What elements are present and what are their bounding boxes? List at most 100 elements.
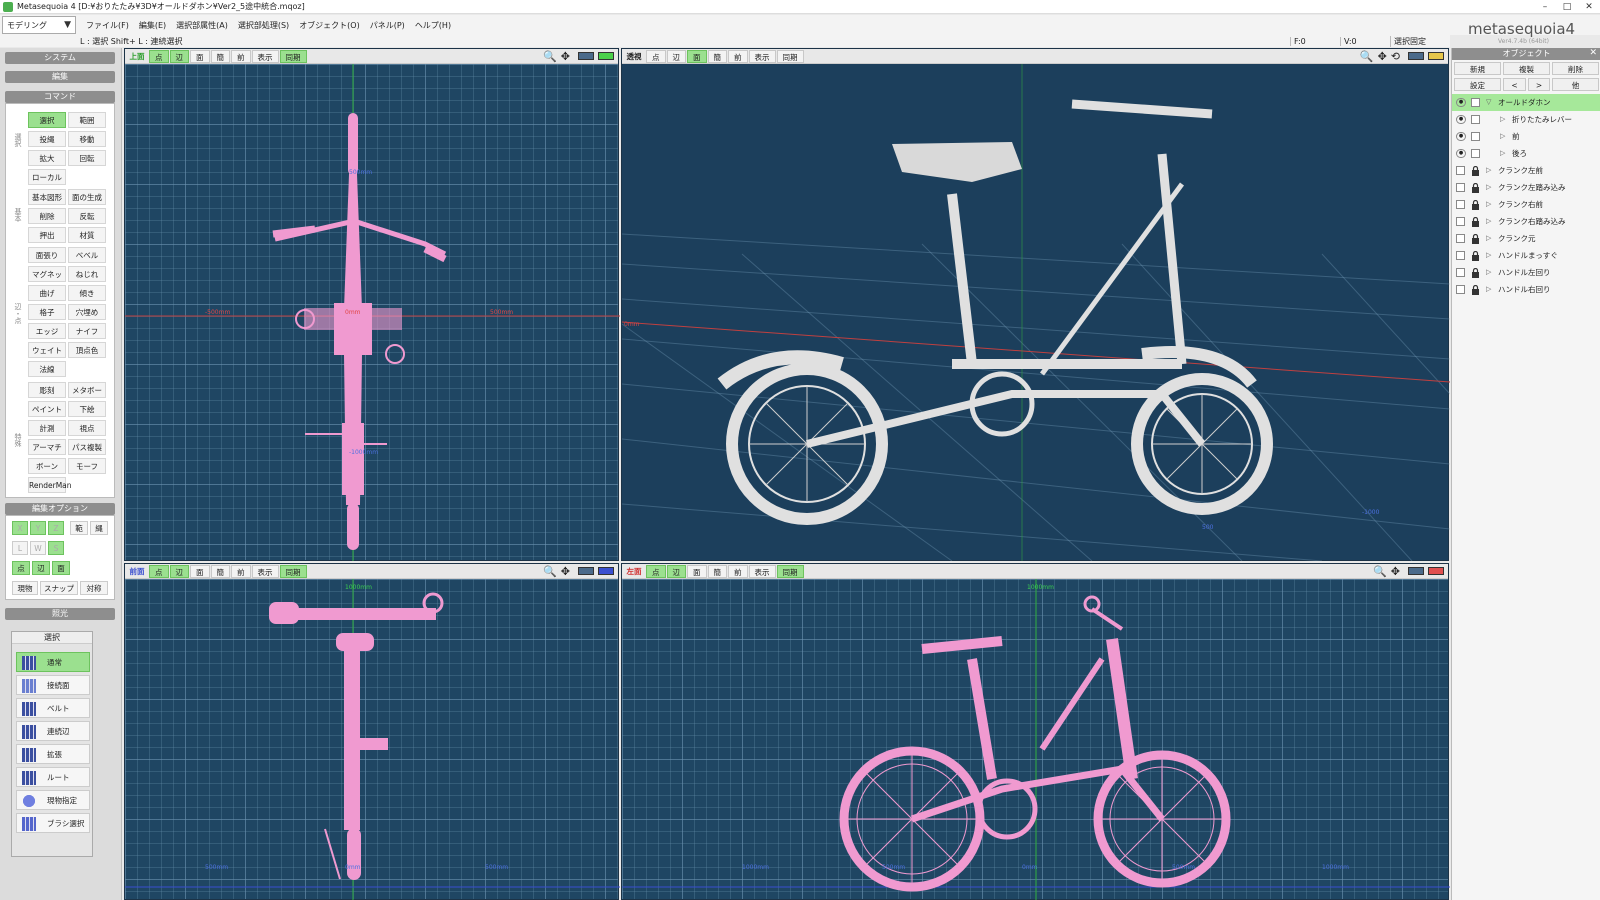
maximize-button[interactable]: □ xyxy=(1556,2,1578,12)
expand-icon[interactable]: ▽ xyxy=(1486,94,1491,111)
menu-edit[interactable]: 編集(E) xyxy=(139,20,166,31)
command-1[interactable]: 範囲 xyxy=(68,112,106,128)
vp-simple-button[interactable]: 簡 xyxy=(707,564,727,578)
snap-button[interactable]: スナップ xyxy=(40,581,78,595)
vp-edge-button[interactable]: 辺 xyxy=(666,564,686,578)
command-29[interactable]: 下絵 xyxy=(68,401,106,417)
vp-display-button[interactable]: 表示 xyxy=(748,49,776,63)
l-button[interactable]: L xyxy=(12,541,28,555)
close-icon[interactable]: ✕ xyxy=(1589,48,1597,58)
vp-front-button[interactable]: 前 xyxy=(231,564,251,578)
lock-icon[interactable] xyxy=(1471,267,1480,278)
collapse-icon[interactable]: ▷ xyxy=(1486,230,1491,247)
select-mode-2[interactable]: ベルト xyxy=(16,698,90,718)
vp-vertex-button[interactable]: 点 xyxy=(149,49,169,63)
command-5[interactable]: 回転 xyxy=(68,150,106,166)
object-row[interactable]: ▷ ハンドルまっすぐ xyxy=(1452,247,1600,264)
vp-edge-button[interactable]: 辺 xyxy=(169,564,189,578)
close-button[interactable]: ✕ xyxy=(1578,2,1600,12)
collapse-icon[interactable]: ▷ xyxy=(1486,162,1491,179)
command-12[interactable]: 材質 xyxy=(68,227,106,243)
command-15[interactable]: マグネット xyxy=(28,266,66,295)
command-11[interactable]: 押出 xyxy=(28,227,66,243)
command-8[interactable]: 面の生成 xyxy=(68,189,106,205)
viewport-left[interactable]: 左面 点 辺 面 簡 前 表示 同期 🔍 ✥ 1000mm 1000mm 500m… xyxy=(621,563,1450,900)
vp-front-button[interactable]: 前 xyxy=(728,564,748,578)
lock-icon[interactable] xyxy=(1471,216,1480,227)
vp-vertex-button[interactable]: 点 xyxy=(646,49,666,63)
command-9[interactable]: 削除 xyxy=(28,208,66,224)
vp-face-button[interactable]: 面 xyxy=(687,49,707,63)
command-2[interactable]: 投縄 xyxy=(28,131,66,147)
menu-help[interactable]: ヘルプ(H) xyxy=(415,20,451,31)
select-mode-0[interactable]: 通常 xyxy=(16,652,90,672)
range-button[interactable]: 範 xyxy=(70,521,88,535)
lock-icon[interactable] xyxy=(1471,233,1480,244)
vertex-toggle[interactable]: 点 xyxy=(12,561,30,575)
vp-sync-button[interactable]: 同期 xyxy=(776,49,804,63)
lighting-header[interactable]: 照光 xyxy=(5,608,115,620)
axis-y-button[interactable]: Y xyxy=(30,521,46,535)
command-33[interactable]: パス複製 xyxy=(68,439,106,455)
object-row[interactable]: ▷ ハンドル左回り xyxy=(1452,264,1600,281)
command-26[interactable]: 彫刻 xyxy=(28,382,66,398)
other-button[interactable]: 他 xyxy=(1552,78,1599,91)
visibility-checkbox[interactable] xyxy=(1456,217,1465,226)
object-row[interactable]: ▷ クランク左踏み込み xyxy=(1452,179,1600,196)
monitor-active-icon[interactable] xyxy=(1428,567,1444,575)
vp-face-button[interactable]: 面 xyxy=(687,564,707,578)
command-32[interactable]: アーマチャー xyxy=(28,439,66,468)
eye-icon[interactable]: ● xyxy=(1456,132,1466,141)
select-mode-6[interactable]: 現物指定 xyxy=(16,790,90,810)
system-header[interactable]: システム xyxy=(5,52,115,64)
command-header[interactable]: コマンド xyxy=(5,91,115,103)
command-7[interactable]: 基本図形 xyxy=(28,189,66,205)
vp-sync-button[interactable]: 同期 xyxy=(279,564,307,578)
collapse-icon[interactable]: ▷ xyxy=(1486,247,1491,264)
lock-icon[interactable] xyxy=(1471,165,1480,176)
vp-vertex-button[interactable]: 点 xyxy=(149,564,169,578)
command-0[interactable]: 選択 xyxy=(28,112,66,128)
lock-checkbox[interactable] xyxy=(1471,98,1480,107)
collapse-icon[interactable]: ▷ xyxy=(1500,145,1505,162)
collapse-icon[interactable]: ▷ xyxy=(1486,281,1491,298)
vp-edge-button[interactable]: 辺 xyxy=(169,49,189,63)
lock-checkbox[interactable] xyxy=(1471,132,1480,141)
command-3[interactable]: 移動 xyxy=(68,131,106,147)
visibility-checkbox[interactable] xyxy=(1456,234,1465,243)
zoom-icon[interactable]: 🔍 xyxy=(543,50,557,63)
object-row[interactable]: ▷ クランク左前 xyxy=(1452,162,1600,179)
delete-object-button[interactable]: 削除 xyxy=(1552,62,1599,75)
minimize-button[interactable]: – xyxy=(1534,2,1556,12)
mode-select[interactable]: モデリング ▼ xyxy=(2,16,76,34)
command-30[interactable]: 計測 xyxy=(28,420,66,436)
visibility-checkbox[interactable] xyxy=(1456,183,1465,192)
command-28[interactable]: ペイント xyxy=(28,401,66,417)
visibility-checkbox[interactable] xyxy=(1456,285,1465,294)
collapse-icon[interactable]: ▷ xyxy=(1486,196,1491,213)
command-16[interactable]: ねじれ xyxy=(68,266,106,282)
command-27[interactable]: メタボール xyxy=(68,382,106,411)
eye-icon[interactable]: ● xyxy=(1456,115,1466,124)
viewport-name[interactable]: 左面 xyxy=(622,566,646,577)
command-4[interactable]: 拡大 xyxy=(28,150,66,166)
menu-file[interactable]: ファイル(F) xyxy=(86,20,129,31)
symmetry-button[interactable]: 対称 xyxy=(80,581,108,595)
vp-vertex-button[interactable]: 点 xyxy=(646,564,666,578)
vp-face-button[interactable]: 面 xyxy=(190,49,210,63)
object-row[interactable]: ▷ ハンドル右回り xyxy=(1452,281,1600,298)
visibility-checkbox[interactable] xyxy=(1456,166,1465,175)
vp-face-button[interactable]: 面 xyxy=(190,564,210,578)
edit-header[interactable]: 編集 xyxy=(5,71,115,83)
object-row[interactable]: ▷ クランク元 xyxy=(1452,230,1600,247)
lock-icon[interactable] xyxy=(1471,182,1480,193)
command-20[interactable]: 穴埋め xyxy=(68,304,106,320)
settings-button[interactable]: 設定 xyxy=(1454,78,1501,91)
object-row[interactable]: ● ▽ オールドダホン xyxy=(1452,94,1600,111)
menu-object[interactable]: オブジェクト(O) xyxy=(299,20,360,31)
command-19[interactable]: 格子 xyxy=(28,304,66,320)
select-mode-5[interactable]: ルート xyxy=(16,767,90,787)
move-icon[interactable]: ✥ xyxy=(1378,50,1387,63)
monitor-icon[interactable] xyxy=(578,52,594,60)
collapse-icon[interactable]: ▷ xyxy=(1500,128,1505,145)
